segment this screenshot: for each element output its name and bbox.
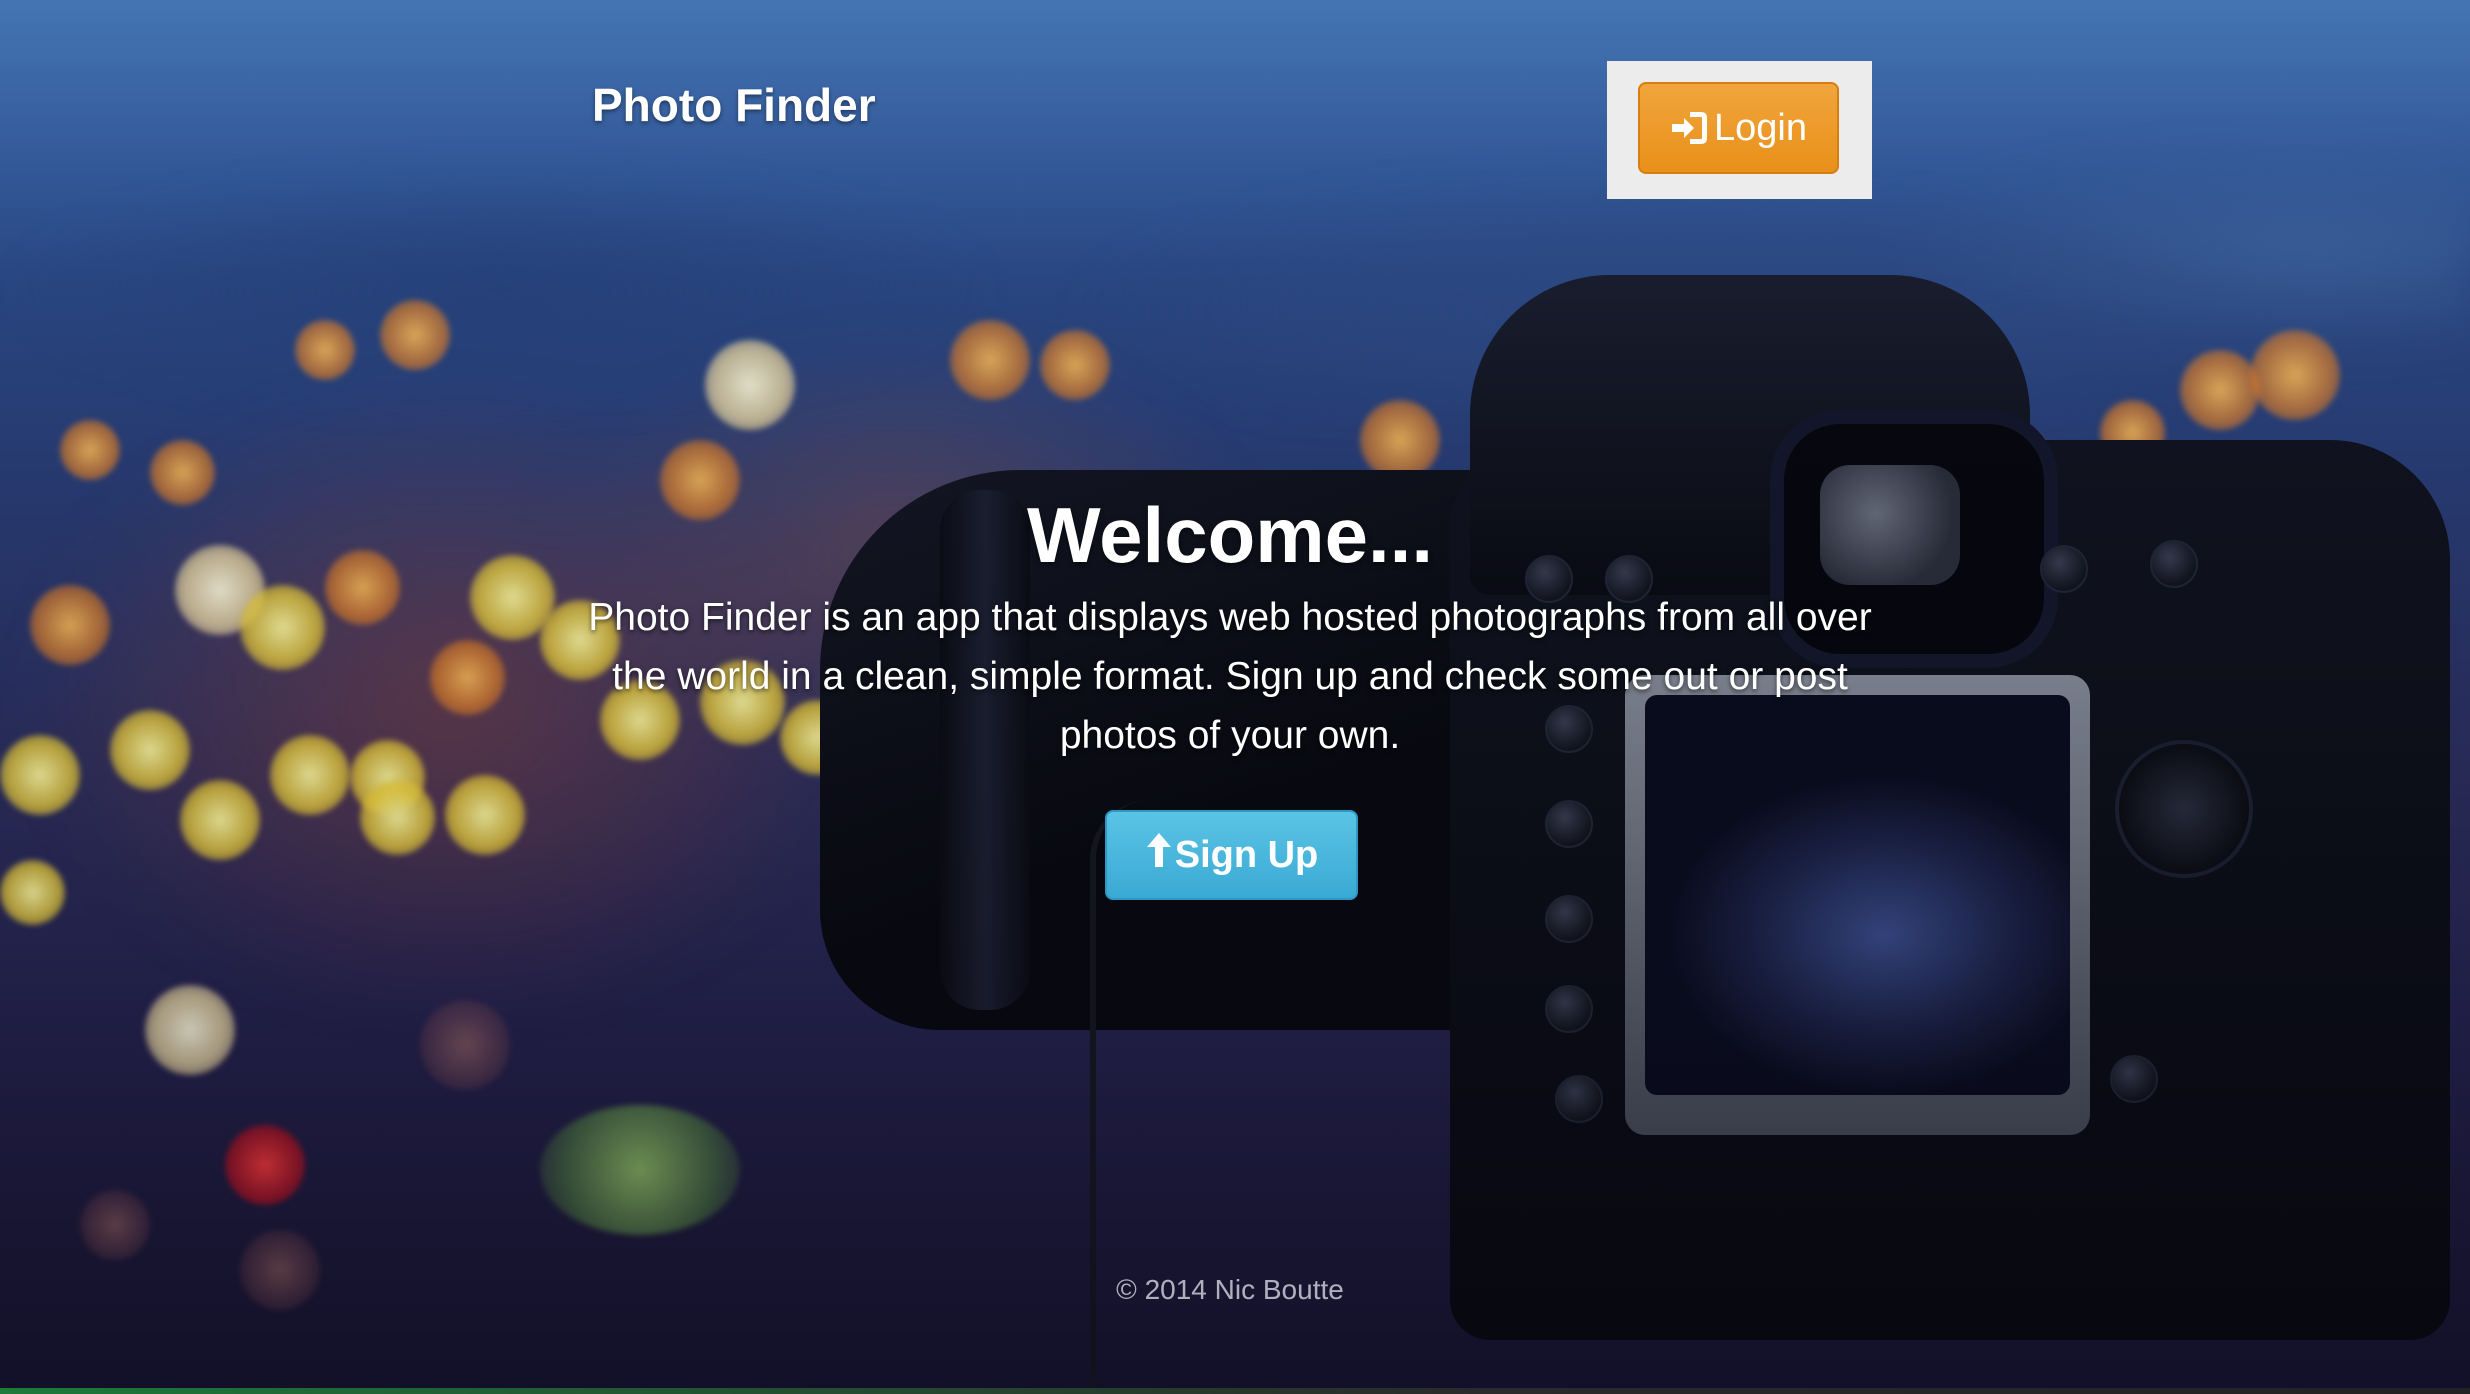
login-button[interactable]: Login (1638, 82, 1839, 174)
window-bottom-edge (0, 1388, 2470, 1394)
arrow-up-icon (1145, 831, 1173, 879)
hero-description: Photo Finder is an app that displays web… (588, 596, 1872, 757)
footer-copyright: © 2014 Nic Boutte (1116, 1274, 1344, 1305)
sign-up-button[interactable]: Sign Up (1105, 810, 1358, 900)
hero-section: Welcome... Photo Finder is an app that d… (560, 492, 1900, 765)
brand-title[interactable]: Photo Finder (592, 78, 876, 132)
sign-in-icon (1670, 109, 1710, 147)
sign-up-label: Sign Up (1174, 833, 1319, 876)
login-label: Login (1714, 106, 1807, 149)
hero-title: Welcome... (1026, 491, 1434, 579)
login-container: Login (1607, 61, 1872, 199)
